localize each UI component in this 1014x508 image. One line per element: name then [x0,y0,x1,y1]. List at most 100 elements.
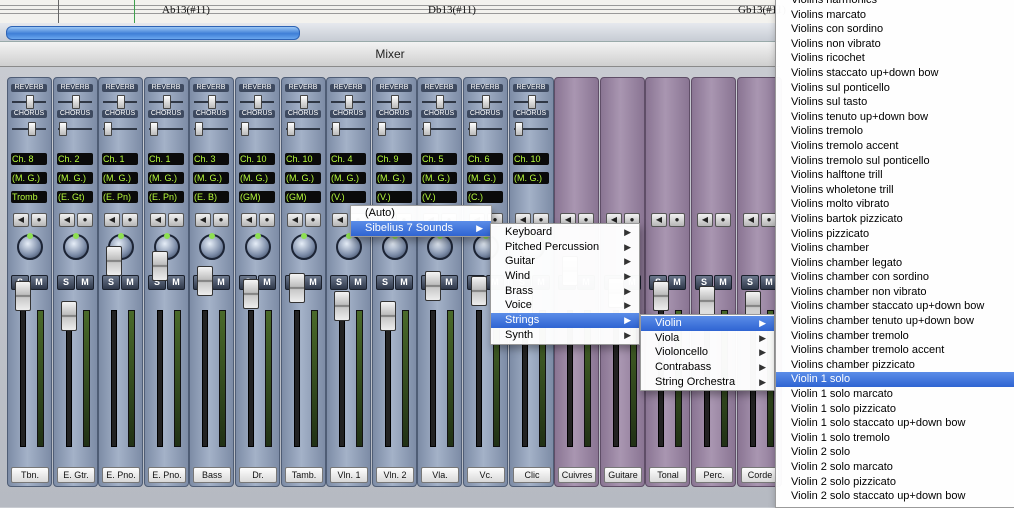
menu-item-string-orchestra[interactable]: String Orchestra ▶ [641,375,774,390]
menu-item-violins-chamber-tremolo[interactable]: Violins chamber tremolo [776,329,1014,344]
timeline-scrollbar[interactable] [0,23,780,42]
speaker-icon[interactable]: ◀ [195,213,211,227]
reverb-slider-knob[interactable] [163,95,171,109]
chorus-slider-knob[interactable] [469,122,477,136]
sound-select[interactable]: (V.) [376,191,412,203]
mute-button[interactable]: M [258,275,276,290]
speaker-icon[interactable]: ◀ [697,213,713,227]
volume-fader[interactable] [471,276,487,306]
menu-item-synth[interactable]: Synth ▶ [491,328,639,343]
menu-item-violin-1-solo-staccato-up-down-bow[interactable]: Violin 1 solo staccato up+down bow [776,416,1014,431]
menu-item-violins-tremolo-sul-ponticello[interactable]: Violins tremolo sul ponticello [776,154,1014,169]
menu-item-violoncello[interactable]: Violoncello ▶ [641,345,774,360]
sound-select[interactable]: (E. Pn) [148,191,184,203]
volume-fader-track[interactable] [339,310,345,447]
menu-item-violins-ricochet[interactable]: Violins ricochet [776,51,1014,66]
menu-item-auto[interactable]: (Auto) [351,206,491,221]
menu-item-violin-2-solo-marcato[interactable]: Violin 2 solo marcato [776,460,1014,475]
settings-icon[interactable]: ● [122,213,138,227]
volume-fader-track[interactable] [20,310,26,447]
volume-fader-track[interactable] [157,310,163,447]
mute-button[interactable]: M [395,275,413,290]
settings-icon[interactable]: ● [168,213,184,227]
sound-select[interactable]: (C.) [467,191,503,203]
menu-item-violins-pizzicato[interactable]: Violins pizzicato [776,227,1014,242]
volume-fader[interactable] [699,286,715,316]
sound-select[interactable]: Tromb [11,191,47,203]
pan-knob[interactable] [63,233,89,260]
volume-fader[interactable] [653,281,669,311]
menu-item-violins-con-sordino[interactable]: Violins con sordino [776,22,1014,37]
reverb-slider-knob[interactable] [254,95,262,109]
menu-item-violins-harmonics[interactable]: Violins harmonics [776,0,1014,8]
speaker-icon[interactable]: ◀ [287,213,303,227]
channel-select[interactable]: Ch. 10 [239,153,275,165]
pan-knob[interactable] [291,233,317,260]
reverb-slider-knob[interactable] [117,95,125,109]
channel-select[interactable]: Ch. 10 [285,153,321,165]
chorus-slider-knob[interactable] [287,122,295,136]
mute-button[interactable]: M [121,275,139,290]
mute-button[interactable]: M [167,275,185,290]
device-select[interactable]: (M. G.) [285,172,321,184]
device-select[interactable]: (M. G.) [467,172,503,184]
speaker-icon[interactable]: ◀ [743,213,759,227]
pan-knob[interactable] [427,233,453,260]
menu-item-violin-2-solo-staccato-up-down-bow[interactable]: Violin 2 solo staccato up+down bow [776,489,1014,504]
chorus-slider-knob[interactable] [104,122,112,136]
solo-button[interactable]: S [57,275,75,290]
menu-item-violin-1-solo-pizzicato[interactable]: Violin 1 solo pizzicato [776,402,1014,417]
menu-item-strings[interactable]: Strings ▶ [491,313,639,328]
menu-item-violins-chamber-non-vibrato[interactable]: Violins chamber non vibrato [776,285,1014,300]
solo-button[interactable]: S [102,275,120,290]
menu-item-guitar[interactable]: Guitar ▶ [491,254,639,269]
reverb-slider-knob[interactable] [345,95,353,109]
mute-button[interactable]: M [304,275,322,290]
menu-item-violins-chamber-staccato-up-down-bow[interactable]: Violins chamber staccato up+down bow [776,299,1014,314]
menu-item-violins-staccato-up-down-bow[interactable]: Violins staccato up+down bow [776,66,1014,81]
device-select[interactable]: (M. G.) [421,172,457,184]
channel-select[interactable]: Ch. 1 [148,153,184,165]
reverb-slider-knob[interactable] [528,95,536,109]
volume-fader-track[interactable] [430,310,436,447]
settings-icon[interactable]: ● [669,213,685,227]
pan-knob[interactable] [336,233,362,260]
reverb-slider-knob[interactable] [26,95,34,109]
mute-button[interactable]: M [714,275,732,290]
volume-fader[interactable] [61,301,77,331]
settings-icon[interactable]: ● [305,213,321,227]
device-select[interactable]: (M. G.) [513,172,549,184]
mute-button[interactable]: M [440,275,458,290]
sound-select[interactable]: (V.) [421,191,457,203]
chorus-slider-knob[interactable] [59,122,67,136]
menu-item-contrabass[interactable]: Contrabass ▶ [641,360,774,375]
speaker-icon[interactable]: ◀ [332,213,348,227]
channel-select[interactable]: Ch. 1 [102,153,138,165]
volume-fader[interactable] [106,246,122,276]
menu-item-violins-tremolo-accent[interactable]: Violins tremolo accent [776,139,1014,154]
volume-fader[interactable] [197,266,213,296]
chorus-slider-knob[interactable] [150,122,158,136]
chorus-slider-knob[interactable] [332,122,340,136]
timeline-scroll-thumb[interactable] [6,26,300,40]
chorus-slider-knob[interactable] [28,122,36,136]
menu-item-violin-2-solo[interactable]: Violin 2 solo [776,445,1014,460]
chorus-slider-knob[interactable] [378,122,386,136]
mute-button[interactable]: M [668,275,686,290]
pan-knob[interactable] [17,233,43,260]
pan-knob[interactable] [382,233,408,260]
settings-icon[interactable]: ● [259,213,275,227]
menu-item-violins-sul-tasto[interactable]: Violins sul tasto [776,95,1014,110]
reverb-slider-knob[interactable] [436,95,444,109]
volume-fader-track[interactable] [248,310,254,447]
sound-select[interactable]: (E. B) [193,191,229,203]
device-select[interactable]: (M. G.) [330,172,366,184]
reverb-slider-knob[interactable] [72,95,80,109]
channel-select[interactable]: Ch. 10 [513,153,549,165]
solo-button[interactable]: S [741,275,759,290]
menu-item-violins-bartok-pizzicato[interactable]: Violins bartok pizzicato [776,212,1014,227]
settings-icon[interactable]: ● [31,213,47,227]
channel-select[interactable]: Ch. 3 [193,153,229,165]
menu-item-violin-1-solo-marcato[interactable]: Violin 1 solo marcato [776,387,1014,402]
volume-fader[interactable] [243,279,259,309]
